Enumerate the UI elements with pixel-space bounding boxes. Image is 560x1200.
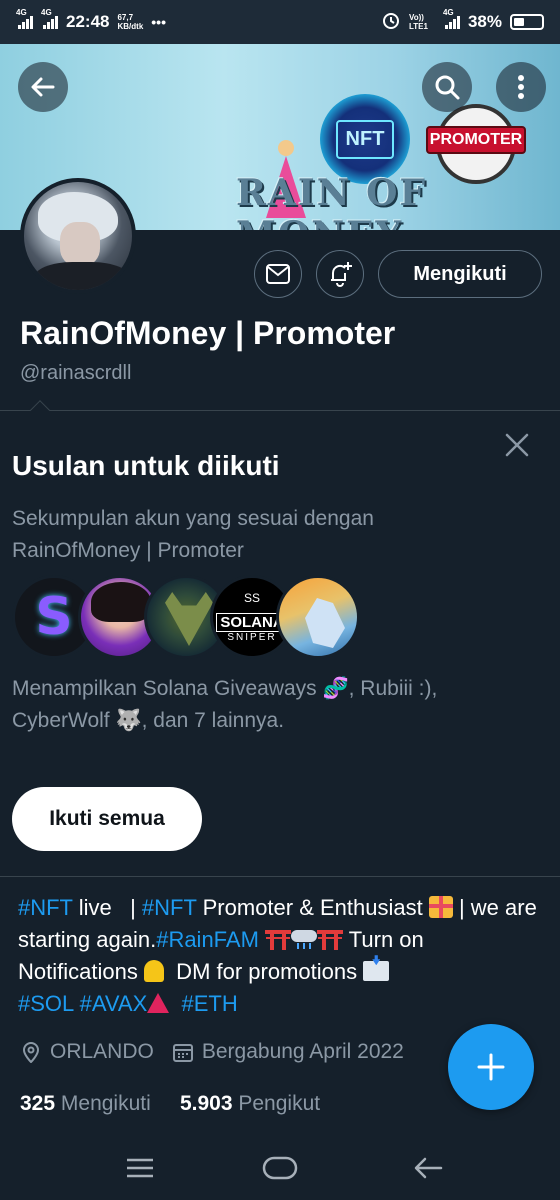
profile-handle: @rainascrdll [20,362,132,384]
suggestions-description: Menampilkan Solana Giveaways 🧬, Rubiii :… [12,677,438,732]
suggested-avatar-dragon[interactable] [276,575,360,659]
location-icon [20,1041,42,1063]
suggested-avatars[interactable]: S SS SOLANA SNIPER [12,575,372,659]
hashtag-link[interactable]: #AVAX [80,991,148,1016]
home-icon [262,1156,298,1180]
profile-stats: 325 Mengikuti 5.903 Pengikut [20,1092,320,1116]
battery-icon [510,14,544,30]
hashtag-link[interactable]: #SOL [18,991,73,1016]
mailbox-emoji-icon [363,961,390,982]
signal-icon: 4G [443,8,460,29]
more-notifications: ••• [151,14,166,30]
hashtag-link[interactable]: #NFT [142,895,197,920]
search-icon [435,75,460,100]
recent-apps-button[interactable] [120,1148,160,1188]
bell-emoji-icon [143,960,164,983]
mail-icon [266,264,290,284]
plus-icon [477,1053,505,1081]
torii-emoji-icon [317,928,344,951]
divider [0,410,560,411]
profile-joined-date: Bergabung April 2022 [201,1040,404,1063]
following-stat[interactable]: 325 Mengikuti [20,1092,151,1115]
gift-emoji-icon [428,896,453,919]
following-button[interactable]: Mengikuti [378,250,542,298]
follow-all-button[interactable]: Ikuti semua [12,787,202,851]
hashtag-link[interactable]: #ETH [181,991,237,1016]
profile-bio: #NFT live | #NFT Promoter & Enthusiast |… [18,895,537,1016]
followers-stat[interactable]: 5.903 Pengikut [180,1092,320,1115]
search-button[interactable] [422,62,472,112]
profile-meta: ORLANDO Bergabung April 2022 [20,1040,404,1064]
message-button[interactable] [254,250,302,298]
hashtag-link[interactable]: #NFT [18,895,73,920]
status-time: 22:48 [66,12,110,31]
banner-title: RAIN OF MONEY [236,172,428,230]
compose-tweet-button[interactable] [448,1024,534,1110]
network-speed: 67,7 KB/dtk [117,13,144,31]
rain-cloud-emoji-icon [291,928,318,950]
divider [0,876,560,877]
close-icon [505,433,529,457]
network-type-2: 4G [41,8,52,17]
notify-button[interactable] [316,250,364,298]
battery-percent: 38% [467,12,502,31]
avatar[interactable] [20,178,136,294]
back-button[interactable] [18,62,68,112]
back-icon [414,1157,443,1179]
bell-plus-icon [331,262,352,287]
back-arrow-icon [31,77,55,97]
home-button[interactable] [260,1148,300,1188]
close-suggestions-button[interactable] [500,428,534,462]
status-bar: 4G 4G 22:48 67,7 KB/dtk ••• Vo)) LTE1 4G… [0,0,560,44]
alarm-icon [381,10,401,35]
hashtag-link[interactable]: #RainFAM [156,927,259,952]
menu-icon [127,1158,153,1178]
system-back-button[interactable] [408,1148,448,1188]
signal-icon: 4G [16,8,33,29]
red-triangle-emoji-icon [147,993,170,1014]
more-options-button[interactable] [496,62,546,112]
profile-location: ORLANDO [50,1040,154,1063]
system-navigation-bar [0,1136,560,1200]
suggestions-title: Usulan untuk diikuti [12,450,280,481]
more-vert-icon [518,75,524,99]
profile-name: RainOfMoney | Promoter [20,315,396,351]
calendar-icon [172,1041,194,1063]
nft-badge: NFT [320,94,410,184]
network-type-3: 4G [442,8,454,17]
suggestions-subtitle: Sekumpulan akun yang sesuai dengan RainO… [12,507,374,562]
torii-emoji-icon [265,928,292,951]
volte-indicator: Vo)) LTE1 [408,13,428,31]
network-type-1: 4G [16,8,27,17]
signal-icon: 4G [41,8,58,29]
suggestion-caret [30,400,50,420]
